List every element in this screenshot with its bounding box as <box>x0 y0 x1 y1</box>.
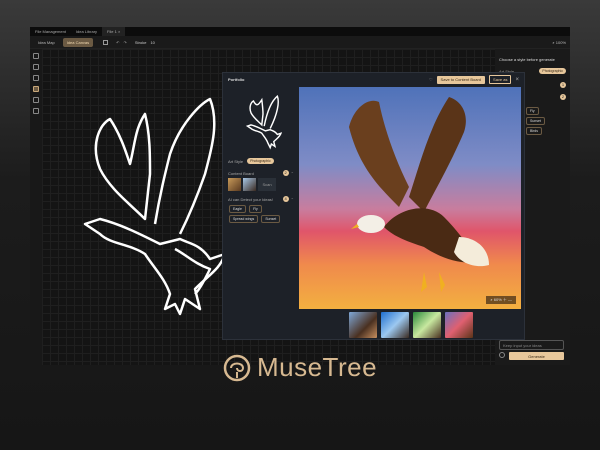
dialog-title: Portfolio <box>228 77 245 82</box>
art-style-value[interactable]: Photographic <box>539 68 566 74</box>
tag-fly[interactable]: Fly <box>249 205 262 213</box>
brand-logo: MuseTree <box>0 352 600 383</box>
content-board-label: Content Board <box>228 170 254 176</box>
panel-title: Choose a style before generate <box>499 57 555 62</box>
tag-spread-wings[interactable]: Spread wings <box>229 215 259 223</box>
art-style-value[interactable]: Photographic <box>247 158 274 164</box>
image-zoom-value: 60% <box>493 297 502 302</box>
dialog-left-panel: Art Style Photographic Content Board 2 ⌃… <box>228 87 294 224</box>
left-toolbar <box>30 49 42 365</box>
tab-bar: File Management Idea Library File 1 × <box>30 27 570 36</box>
undo-icon[interactable]: ↶ <box>116 40 119 45</box>
eagle-sketch <box>83 97 227 316</box>
select-tool-icon[interactable] <box>33 53 39 59</box>
thumbnail-3[interactable] <box>413 312 441 338</box>
detect-label: AI can Detect your Ideas! <box>228 196 273 202</box>
art-style-label: Art Style <box>228 158 244 164</box>
chevron-up-icon[interactable]: ⌃ <box>291 171 294 176</box>
idea-map-button[interactable]: Idea Map <box>34 38 59 47</box>
thumbnail-4[interactable] <box>445 312 473 338</box>
portfolio-dialog: Portfolio ♡ Save to Content Board Save a… <box>222 72 525 340</box>
scan-button[interactable]: Scan <box>258 178 276 191</box>
thumbnail-2[interactable] <box>381 312 409 338</box>
variation-thumbnails <box>349 312 473 338</box>
content-board-badge: 2 <box>282 170 289 176</box>
chevron-up-icon[interactable]: ⌃ <box>291 197 294 202</box>
idea-input[interactable]: Keep input your ideas <box>499 340 564 350</box>
brand-name: MuseTree <box>256 352 378 382</box>
hand-tool-icon[interactable] <box>33 97 39 103</box>
tab-idea-library[interactable]: Idea Library <box>71 29 102 34</box>
tab-file-management[interactable]: File Management <box>30 29 71 34</box>
tag-eagle[interactable]: Eagle <box>229 205 246 213</box>
zoom-level[interactable]: ⌕ 100% <box>552 40 566 45</box>
close-tab-icon[interactable]: × <box>118 29 120 34</box>
idea-canvas-button[interactable]: Idea Canvas <box>62 37 94 47</box>
save-to-content-board-button[interactable]: Save to Content Board <box>436 75 486 84</box>
sketch-thumbnail <box>245 95 283 150</box>
eagle-photo <box>349 97 489 292</box>
detect-badge: 4 <box>282 196 289 202</box>
stroke-value[interactable]: 10 <box>150 40 154 45</box>
redo-icon[interactable]: ↷ <box>124 40 127 45</box>
tab-file-1[interactable]: File 1 × <box>102 27 126 36</box>
stroke-label: Stroke <box>134 39 147 45</box>
tab-label: File 1 <box>107 29 117 34</box>
ideas-badge: 2 <box>560 94 566 100</box>
image-tool-icon[interactable] <box>33 86 39 92</box>
toolbar: Idea Map Idea Canvas ↶ ↷ Stroke 10 <box>30 36 570 49</box>
tag-fly[interactable]: Fly <box>526 107 539 115</box>
lasso-tool-icon[interactable] <box>33 108 39 114</box>
favorite-icon[interactable]: ♡ <box>429 77 433 82</box>
save-icon[interactable] <box>103 39 109 45</box>
zoom-value: 100% <box>555 40 566 45</box>
content-board-badge: 1 <box>560 82 566 88</box>
board-image-1[interactable] <box>228 178 241 191</box>
eraser-tool-icon[interactable] <box>33 75 39 81</box>
generated-eagle-image[interactable]: ⌕ 60% ＋ — <box>299 87 521 309</box>
musetree-logo-icon <box>223 354 251 381</box>
tag-sunset[interactable]: Sunset <box>261 215 281 223</box>
image-zoom-control[interactable]: ⌕ 60% ＋ — <box>486 296 516 304</box>
tag-birds[interactable]: Birds <box>526 127 542 135</box>
board-image-2[interactable] <box>243 178 256 191</box>
thumbnail-1[interactable] <box>349 312 377 338</box>
save-as-button[interactable]: Save as <box>489 75 512 84</box>
close-icon[interactable]: × <box>515 77 519 83</box>
pen-tool-icon[interactable] <box>33 64 39 70</box>
tag-sunset[interactable]: Sunset <box>526 117 545 125</box>
